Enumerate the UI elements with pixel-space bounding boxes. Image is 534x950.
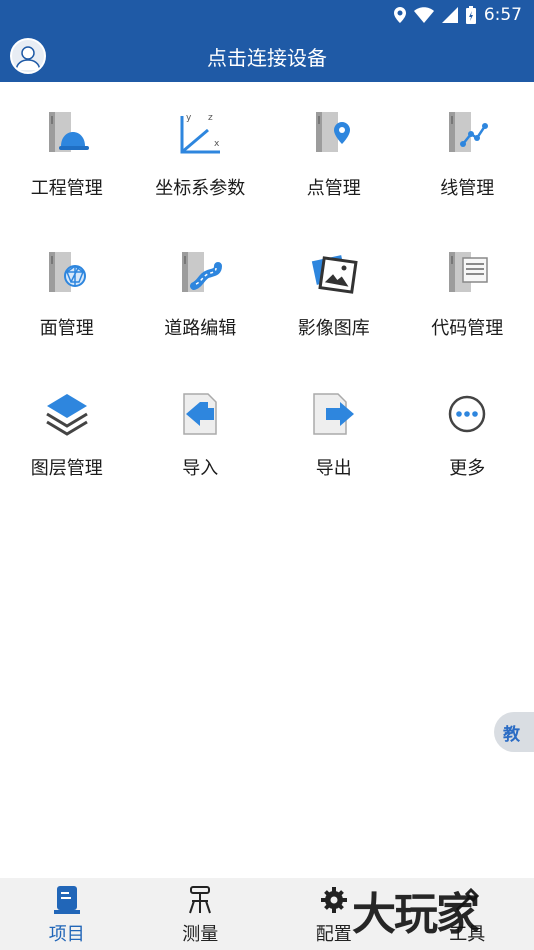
grid-item-image-library[interactable]: 影像图库 [267, 222, 401, 362]
grid-item-coordinate-system[interactable]: y z x 坐标系参数 [134, 82, 268, 222]
grid-item-label: 导出 [315, 458, 352, 479]
grid-item-label: 代码管理 [431, 318, 504, 339]
status-time: 6:57 [483, 5, 522, 25]
grid-item-label: 坐标系参数 [155, 178, 246, 199]
watermark-text: 大玩家 [352, 889, 480, 940]
surface-management-icon [48, 252, 86, 292]
nav-item-label: 配置 [315, 924, 352, 945]
grid-item-export[interactable]: 导出 [267, 362, 401, 502]
grid-item-label: 线管理 [440, 178, 495, 199]
feature-grid: 工程管理 y z x 坐标系参数 点管理 线管理 面管理 道路编辑 影像图库 代… [0, 82, 534, 502]
export-icon [313, 393, 354, 435]
wifi-icon [413, 7, 434, 23]
image-library-icon [311, 255, 358, 294]
line-management-icon [449, 112, 489, 152]
point-management-icon [315, 112, 350, 152]
grid-item-label: 道路编辑 [164, 318, 237, 339]
grid-item-layer-management[interactable]: 图层管理 [0, 362, 134, 502]
grid-item-label: 导入 [182, 458, 219, 479]
grid-item-import[interactable]: 导入 [134, 362, 268, 502]
survey-icon [189, 886, 212, 914]
grid-item-more[interactable]: 更多 [401, 362, 534, 502]
nav-item-survey[interactable]: 测量 [134, 878, 268, 950]
road-edit-icon [182, 252, 223, 292]
signal-icon [441, 7, 458, 23]
grid-item-label: 图层管理 [30, 458, 103, 479]
code-management-icon [449, 252, 488, 292]
connect-device-title[interactable]: 点击连接设备 [207, 42, 327, 71]
svg-text:x: x [214, 139, 220, 149]
grid-item-surface-management[interactable]: 面管理 [0, 222, 134, 362]
grid-item-label: 面管理 [39, 318, 94, 339]
svg-text:z: z [208, 113, 213, 123]
nav-item-label: 项目 [48, 924, 85, 945]
grid-item-code-management[interactable]: 代码管理 [401, 222, 534, 362]
grid-item-road-edit[interactable]: 道路编辑 [134, 222, 268, 362]
app-bar: 点击连接设备 [0, 30, 534, 82]
nav-item-project[interactable]: 项目 [0, 878, 134, 950]
grid-item-project-management[interactable]: 工程管理 [0, 82, 134, 222]
battery-icon [465, 6, 476, 24]
grid-item-label: 影像图库 [297, 318, 370, 339]
grid-item-label: 更多 [449, 458, 486, 479]
grid-item-label: 点管理 [306, 178, 361, 199]
more-icon [449, 395, 486, 433]
tutorial-side-tab[interactable]: 教 [494, 712, 534, 752]
gear-icon [320, 887, 347, 913]
grid-item-point-management[interactable]: 点管理 [267, 82, 401, 222]
status-bar: 6:57 [0, 0, 534, 30]
grid-item-label: 工程管理 [30, 178, 103, 199]
coordinate-system-icon: y z x [180, 113, 221, 154]
import-icon [183, 393, 217, 435]
nav-item-label: 测量 [182, 924, 219, 945]
svg-text:y: y [186, 113, 192, 123]
project-management-icon [48, 112, 89, 152]
location-icon [393, 7, 406, 23]
user-avatar-icon[interactable] [10, 38, 46, 74]
grid-item-line-management[interactable]: 线管理 [401, 82, 534, 222]
project-icon [53, 886, 80, 914]
layer-management-icon [45, 394, 88, 436]
